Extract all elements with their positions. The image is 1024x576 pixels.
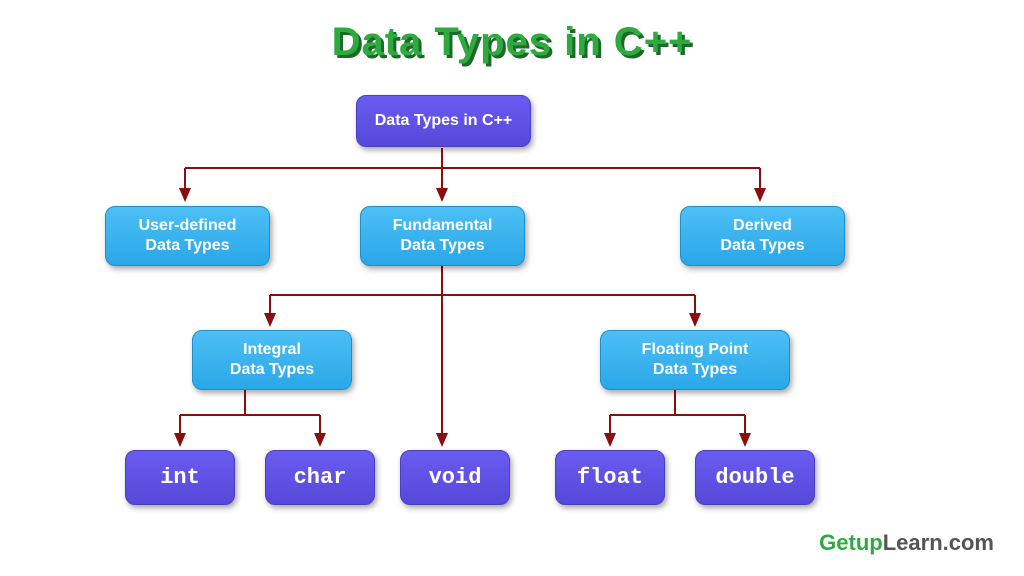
logo-rest: Learn.com [883, 530, 994, 555]
node-integral-line2: Data Types [230, 360, 314, 380]
node-root: Data Types in C++ [356, 95, 531, 147]
node-user-defined-line2: Data Types [145, 236, 229, 256]
node-floating-line2: Data Types [653, 360, 737, 380]
node-floating-line1: Floating Point [642, 340, 749, 360]
node-derived-line1: Derived [733, 216, 792, 236]
logo-highlight: Getup [819, 530, 883, 555]
node-fundamental-line1: Fundamental [393, 216, 493, 236]
site-logo: GetupLearn.com [819, 530, 994, 556]
node-int: int [125, 450, 235, 505]
node-int-label: int [160, 464, 200, 492]
node-root-label: Data Types in C++ [375, 111, 513, 131]
node-char: char [265, 450, 375, 505]
node-double-label: double [715, 464, 794, 492]
node-derived-line2: Data Types [720, 236, 804, 256]
node-double: double [695, 450, 815, 505]
node-char-label: char [294, 464, 347, 492]
node-void-label: void [429, 464, 482, 492]
node-float: float [555, 450, 665, 505]
node-derived: Derived Data Types [680, 206, 845, 266]
node-void: void [400, 450, 510, 505]
node-fundamental-line2: Data Types [400, 236, 484, 256]
node-integral-line1: Integral [243, 340, 301, 360]
node-fundamental: Fundamental Data Types [360, 206, 525, 266]
node-user-defined: User-defined Data Types [105, 206, 270, 266]
node-floating: Floating Point Data Types [600, 330, 790, 390]
node-integral: Integral Data Types [192, 330, 352, 390]
diagram-title: Data Types in C++ [332, 20, 693, 65]
node-user-defined-line1: User-defined [139, 216, 237, 236]
node-float-label: float [577, 464, 643, 492]
